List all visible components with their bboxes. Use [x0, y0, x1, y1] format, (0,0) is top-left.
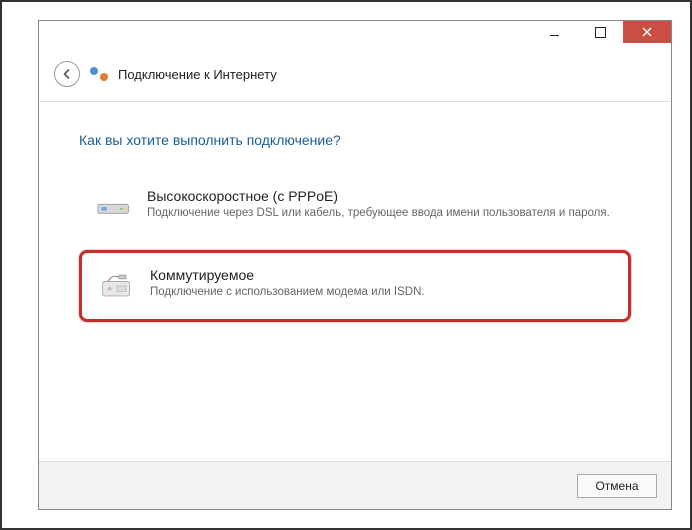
titlebar [39, 21, 671, 51]
option-dialup[interactable]: Коммутируемое Подключение с использовани… [79, 250, 631, 322]
option-pppoe[interactable]: Высокоскоростное (с PPPoE) Подключение ч… [79, 176, 631, 238]
network-icon [90, 65, 108, 83]
dialup-modem-icon [98, 267, 136, 305]
window-title: Подключение к Интернету [118, 67, 277, 82]
option-title: Коммутируемое [150, 267, 425, 283]
minimize-button[interactable] [531, 21, 577, 43]
option-description: Подключение через DSL или кабель, требую… [147, 206, 610, 222]
close-button[interactable] [623, 21, 671, 43]
header: Подключение к Интернету [40, 51, 670, 102]
content-area: Как вы хотите выполнить подключение? Выс… [39, 102, 671, 354]
option-text: Коммутируемое Подключение с использовани… [150, 267, 425, 305]
option-description: Подключение с использованием модема или … [150, 285, 425, 301]
modem-router-icon [95, 188, 133, 226]
option-title: Высокоскоростное (с PPPoE) [147, 188, 610, 204]
footer: Отмена [39, 461, 671, 509]
dialog-window: Подключение к Интернету Как вы хотите вы… [38, 20, 672, 510]
page-question: Как вы хотите выполнить подключение? [79, 132, 631, 148]
back-button[interactable] [54, 61, 80, 87]
option-text: Высокоскоростное (с PPPoE) Подключение ч… [147, 188, 610, 226]
cancel-button[interactable]: Отмена [577, 474, 657, 498]
maximize-button[interactable] [577, 21, 623, 43]
